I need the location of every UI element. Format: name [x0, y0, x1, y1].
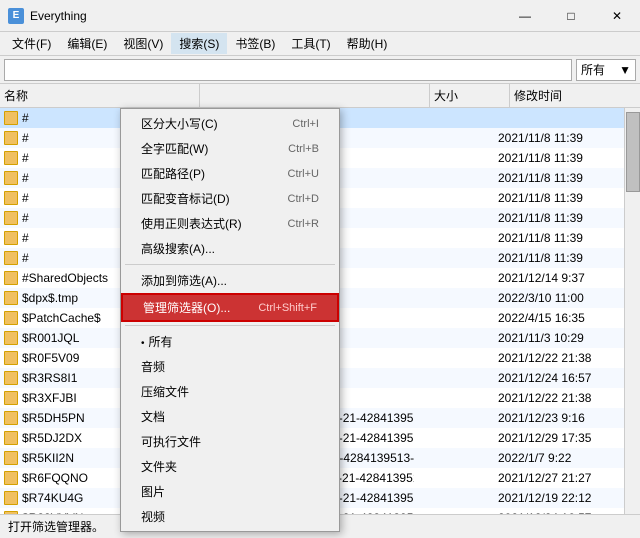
menu-item-label: 管理筛选器(O)...: [143, 299, 230, 316]
context-menu-item[interactable]: 文档: [121, 404, 339, 429]
menu-shortcut: Ctrl+U: [288, 168, 319, 180]
context-menu-item[interactable]: •所有: [121, 329, 339, 354]
search-input[interactable]: [4, 59, 572, 81]
bullet-icon: •: [141, 338, 145, 349]
menu-item-label: 区分大小写(C): [141, 115, 218, 132]
content-area: 名称 大小 修改时间 ##s\app.asar.u...2021/11/8 11…: [0, 84, 640, 538]
minimize-button[interactable]: —: [502, 0, 548, 32]
dropdown-arrow-icon: ▼: [619, 63, 631, 77]
menu-item-label: 高级搜索(A)...: [141, 240, 215, 257]
context-menu-item[interactable]: 添加到筛选(A)...: [121, 268, 339, 293]
menu-separator: [125, 325, 335, 326]
menu-item-label: 音频: [141, 358, 165, 375]
context-menu-item[interactable]: 管理筛选器(O)... Ctrl+Shift+F: [121, 293, 339, 322]
context-menu-item[interactable]: 匹配路径(P) Ctrl+U: [121, 161, 339, 186]
toolbar: 所有 ▼: [0, 56, 640, 84]
context-menu-item[interactable]: 使用正则表达式(R) Ctrl+R: [121, 211, 339, 236]
context-menu-item[interactable]: 图片: [121, 479, 339, 504]
menu-item-label: 添加到筛选(A)...: [141, 272, 227, 289]
context-menu-item[interactable]: 可执行文件: [121, 429, 339, 454]
menu-view[interactable]: 视图(V): [115, 33, 171, 54]
context-menu-item[interactable]: 文件夹: [121, 454, 339, 479]
context-menu-item[interactable]: 视频: [121, 504, 339, 529]
context-menu-item[interactable]: 区分大小写(C) Ctrl+I: [121, 111, 339, 136]
menu-shortcut: Ctrl+Shift+F: [258, 302, 317, 314]
menu-shortcut: Ctrl+I: [292, 118, 319, 130]
menu-item-label: 使用正则表达式(R): [141, 215, 242, 232]
menu-item-label: 图片: [141, 483, 165, 500]
filter-dropdown[interactable]: 所有 ▼: [576, 59, 636, 81]
menu-shortcut: Ctrl+B: [288, 143, 319, 155]
menu-separator: [125, 264, 335, 265]
context-menu: 区分大小写(C) Ctrl+I 全字匹配(W) Ctrl+B 匹配路径(P) Ctrl+U…: [120, 108, 340, 532]
menu-item-label: 文档: [141, 408, 165, 425]
menu-bar: 文件(F) 编辑(E) 视图(V) 搜索(S) 书签(B) 工具(T) 帮助(H…: [0, 32, 640, 56]
menu-edit[interactable]: 编辑(E): [59, 33, 115, 54]
menu-search[interactable]: 搜索(S): [171, 33, 227, 54]
menu-tools[interactable]: 工具(T): [283, 33, 338, 54]
title-text: Everything: [30, 9, 87, 23]
app-icon: E: [8, 8, 24, 24]
menu-item-label: •所有: [141, 333, 173, 350]
menu-item-label: 视频: [141, 508, 165, 525]
title-controls: — □ ✕: [502, 0, 640, 32]
context-menu-item[interactable]: 音频: [121, 354, 339, 379]
menu-item-label: 文件夹: [141, 458, 177, 475]
menu-file[interactable]: 文件(F): [4, 33, 59, 54]
menu-item-label: 压缩文件: [141, 383, 189, 400]
title-bar: E Everything — □ ✕: [0, 0, 640, 32]
menu-item-label: 全字匹配(W): [141, 140, 208, 157]
context-menu-item[interactable]: 全字匹配(W) Ctrl+B: [121, 136, 339, 161]
maximize-button[interactable]: □: [548, 0, 594, 32]
context-menu-overlay: 区分大小写(C) Ctrl+I 全字匹配(W) Ctrl+B 匹配路径(P) Ctrl+U…: [0, 84, 640, 538]
context-menu-item[interactable]: 匹配变音标记(D) Ctrl+D: [121, 186, 339, 211]
menu-item-label: 可执行文件: [141, 433, 201, 450]
close-button[interactable]: ✕: [594, 0, 640, 32]
app-window: E Everything — □ ✕ 文件(F) 编辑(E) 视图(V) 搜索(…: [0, 0, 640, 538]
menu-item-label: 匹配变音标记(D): [141, 190, 230, 207]
menu-shortcut: Ctrl+D: [288, 193, 319, 205]
context-menu-item[interactable]: 高级搜索(A)...: [121, 236, 339, 261]
menu-help[interactable]: 帮助(H): [339, 33, 396, 54]
menu-shortcut: Ctrl+R: [288, 218, 319, 230]
menu-item-label: 匹配路径(P): [141, 165, 205, 182]
context-menu-item[interactable]: 压缩文件: [121, 379, 339, 404]
menu-bookmarks[interactable]: 书签(B): [227, 33, 283, 54]
